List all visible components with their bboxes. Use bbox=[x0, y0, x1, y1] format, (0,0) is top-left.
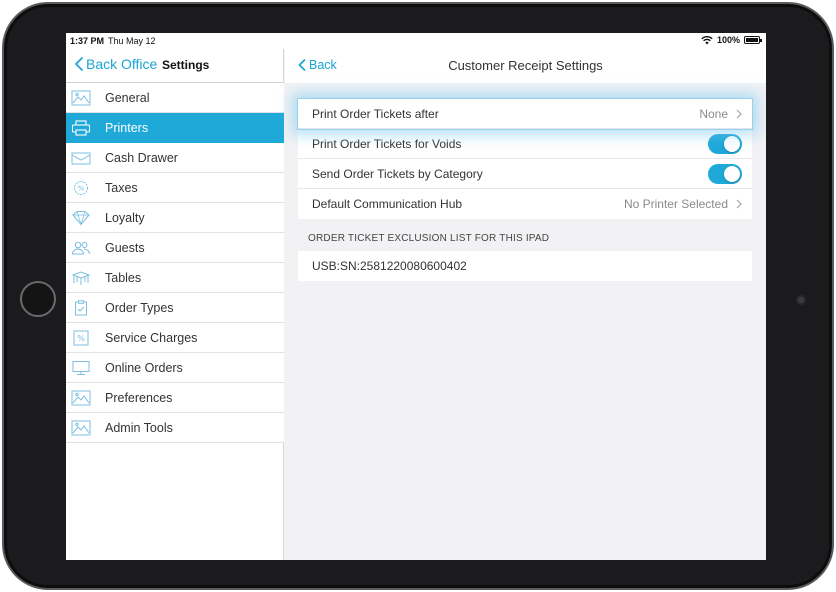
sidebar-item-label: Preferences bbox=[105, 390, 173, 405]
sidebar-item-tables[interactable]: Tables bbox=[66, 263, 284, 293]
row-label: Print Order Tickets for Voids bbox=[312, 136, 462, 151]
clipboard-icon bbox=[70, 299, 92, 317]
sidebar-item-cash-drawer[interactable]: Cash Drawer bbox=[66, 143, 284, 173]
voids-toggle[interactable] bbox=[708, 133, 742, 154]
sidebar-item-label: Guests bbox=[105, 240, 145, 255]
svg-text:%: % bbox=[78, 184, 85, 192]
landscape-icon bbox=[70, 89, 92, 107]
sidebar-item-label: Service Charges bbox=[105, 330, 198, 345]
sidebar-item-printers[interactable]: Printers bbox=[66, 113, 284, 143]
settings-menu: General Printers Cash Drawer % Taxes Loy… bbox=[66, 83, 284, 443]
print-after-value: None bbox=[699, 106, 728, 121]
guests-icon bbox=[70, 239, 92, 257]
row-value: None bbox=[699, 107, 742, 121]
sidebar-item-label: Cash Drawer bbox=[105, 150, 178, 165]
sidebar-item-online-orders[interactable]: Online Orders bbox=[66, 353, 284, 383]
status-time: 1:37 PM bbox=[70, 36, 105, 46]
print-tickets-voids-row: Print Order Tickets for Voids bbox=[298, 129, 752, 159]
sidebar-item-order-types[interactable]: Order Types bbox=[66, 293, 284, 323]
comm-hub-value: No Printer Selected bbox=[623, 197, 728, 211]
sidebar-item-label: Order Types bbox=[105, 300, 174, 315]
sidebar-item-label: Admin Tools bbox=[105, 420, 173, 435]
wifi-icon bbox=[701, 35, 713, 45]
back-office-label: Back Office bbox=[86, 56, 158, 72]
print-order-tickets-after-row[interactable]: Print Order Tickets after None bbox=[298, 99, 752, 129]
row-label: Send Order Tickets by Category bbox=[312, 166, 483, 181]
exclusion-item-label: USB:SN:2581220080600402 bbox=[312, 259, 467, 273]
sidebar-item-label: Online Orders bbox=[105, 360, 183, 375]
sidebar-item-service-charges[interactable]: % Service Charges bbox=[66, 323, 284, 353]
monitor-icon bbox=[70, 359, 92, 377]
camera bbox=[796, 295, 806, 305]
sidebar-item-label: Taxes bbox=[105, 180, 138, 195]
percent-badge-icon: % bbox=[70, 179, 92, 197]
back-label: Back bbox=[309, 58, 337, 72]
detail-pane: Customer Receipt Settings Back Print Ord… bbox=[285, 49, 766, 560]
ticket-settings-group: Print Order Tickets after None Print Ord… bbox=[298, 99, 752, 219]
battery-percent: 100% bbox=[716, 35, 740, 45]
row-label: Default Communication Hub bbox=[312, 197, 463, 211]
sidebar-item-admin-tools[interactable]: Admin Tools bbox=[66, 413, 284, 443]
default-communication-hub-row[interactable]: Default Communication Hub No Printer Sel… bbox=[298, 189, 752, 219]
sidebar-item-guests[interactable]: Guests bbox=[66, 233, 284, 263]
table-icon bbox=[70, 269, 92, 287]
sidebar-item-taxes[interactable]: % Taxes bbox=[66, 173, 284, 203]
sidebar-item-loyalty[interactable]: Loyalty bbox=[66, 203, 284, 233]
row-value: No Printer Selected bbox=[624, 197, 742, 211]
sidebar-title: Settings bbox=[162, 58, 210, 72]
chevron-right-icon bbox=[736, 199, 742, 209]
svg-text:%: % bbox=[77, 334, 85, 343]
chevron-left-icon bbox=[298, 59, 306, 71]
cash-drawer-icon bbox=[70, 149, 92, 167]
battery-icon bbox=[744, 36, 762, 44]
detail-header: Customer Receipt Settings Back bbox=[285, 49, 766, 83]
back-button[interactable]: Back bbox=[297, 57, 337, 73]
category-toggle[interactable] bbox=[708, 163, 742, 184]
chevron-left-icon bbox=[75, 57, 83, 71]
sidebar-item-label: Loyalty bbox=[105, 210, 145, 225]
screen: 1:37 PM Thu May 12 100% Back Office Sett… bbox=[66, 33, 766, 560]
sidebar-item-general[interactable]: General bbox=[66, 83, 284, 113]
send-tickets-by-category-row: Send Order Tickets by Category bbox=[298, 159, 752, 189]
chevron-right-icon bbox=[736, 109, 742, 118]
row-label: Print Order Tickets after bbox=[312, 106, 439, 121]
exclusion-section-header: ORDER TICKET EXCLUSION LIST FOR THIS IPA… bbox=[308, 233, 550, 244]
page-title: Customer Receipt Settings bbox=[448, 58, 603, 73]
home-button[interactable] bbox=[20, 281, 56, 317]
sidebar-header: Back Office Settings bbox=[66, 49, 284, 83]
percent-square-icon: % bbox=[70, 329, 92, 347]
landscape-icon bbox=[70, 419, 92, 437]
list-item[interactable]: USB:SN:2581220080600402 bbox=[298, 251, 752, 281]
diamond-icon bbox=[70, 209, 92, 227]
back-office-button[interactable]: Back Office bbox=[74, 56, 157, 72]
sidebar-item-label: Printers bbox=[105, 120, 149, 135]
sidebar-item-preferences[interactable]: Preferences bbox=[66, 383, 284, 413]
sidebar-item-label: Tables bbox=[105, 270, 142, 285]
status-right: 100% bbox=[701, 35, 762, 45]
printer-icon bbox=[70, 119, 92, 137]
exclusion-list: USB:SN:2581220080600402 bbox=[298, 251, 752, 281]
status-date: Thu May 12 bbox=[108, 36, 156, 46]
status-bar: 1:37 PM Thu May 12 100% bbox=[66, 33, 766, 49]
sidebar: Back Office Settings General Printers Ca… bbox=[66, 49, 284, 560]
sidebar-item-label: General bbox=[105, 90, 150, 105]
landscape-icon bbox=[70, 389, 92, 407]
